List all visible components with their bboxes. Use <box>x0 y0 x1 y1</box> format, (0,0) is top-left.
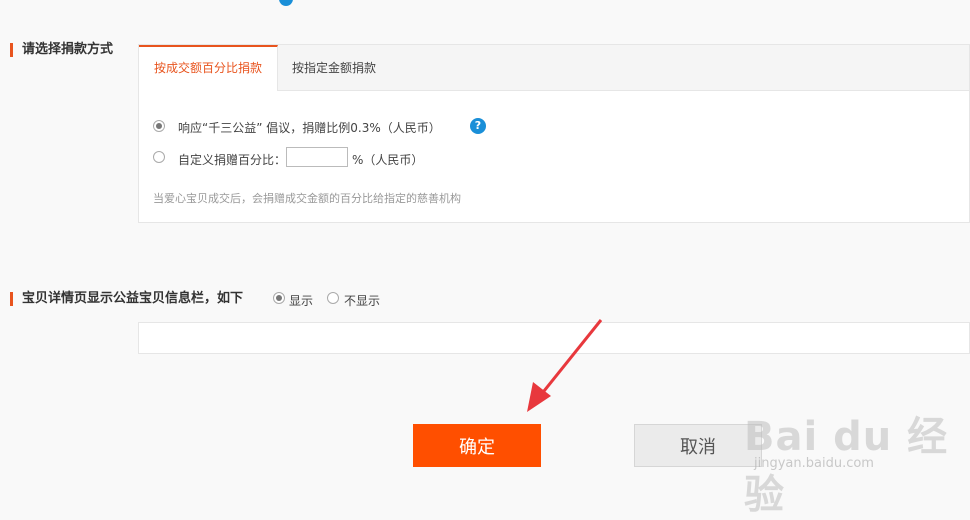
baidu-jingyan-watermark: Bai du 经验 jingyan.baidu.com <box>744 390 964 518</box>
watermark-url: jingyan.baidu.com <box>754 456 874 471</box>
